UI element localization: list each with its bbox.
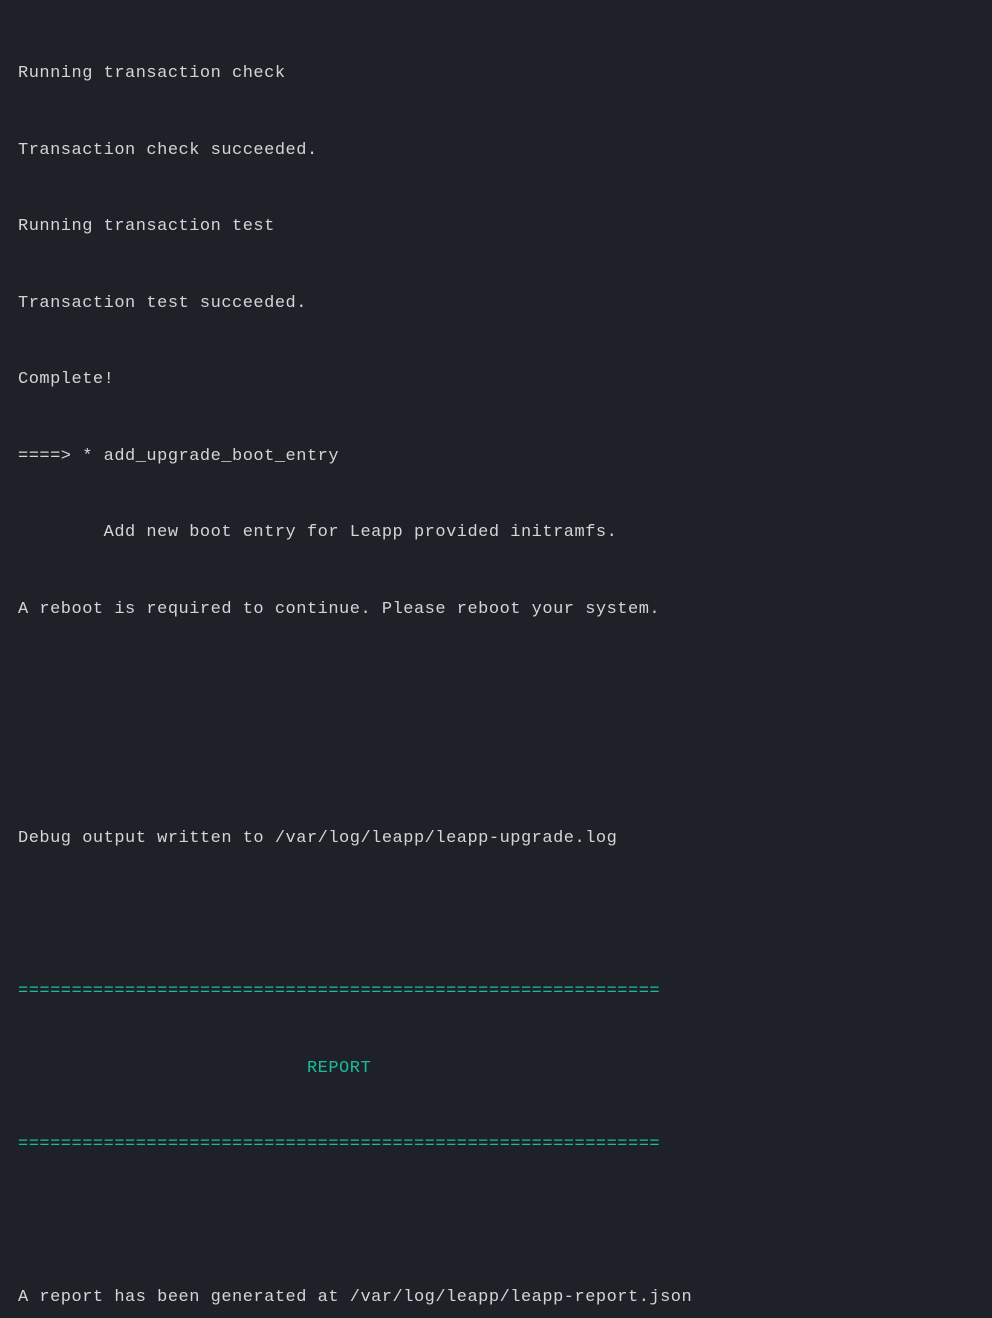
output-line: A report has been generated at /var/log/… [18, 1285, 974, 1311]
output-line: Complete! [18, 367, 974, 393]
output-line: Running transaction test [18, 214, 974, 240]
output-line [18, 673, 974, 699]
report-section-title: REPORT [18, 1056, 974, 1082]
output-line: ====> * add_upgrade_boot_entry [18, 444, 974, 470]
output-line: A reboot is required to continue. Please… [18, 597, 974, 623]
output-line: Add new boot entry for Leapp provided in… [18, 520, 974, 546]
section-divider: ========================================… [18, 979, 974, 1005]
output-line: Running transaction check [18, 61, 974, 87]
output-line [18, 1209, 974, 1235]
output-line: Transaction test succeeded. [18, 291, 974, 317]
terminal-output[interactable]: Running transaction check Transaction ch… [18, 10, 974, 1318]
section-divider: ========================================… [18, 1132, 974, 1158]
output-line: Transaction check succeeded. [18, 138, 974, 164]
output-line: Debug output written to /var/log/leapp/l… [18, 826, 974, 852]
output-line [18, 903, 974, 929]
output-line [18, 750, 974, 776]
